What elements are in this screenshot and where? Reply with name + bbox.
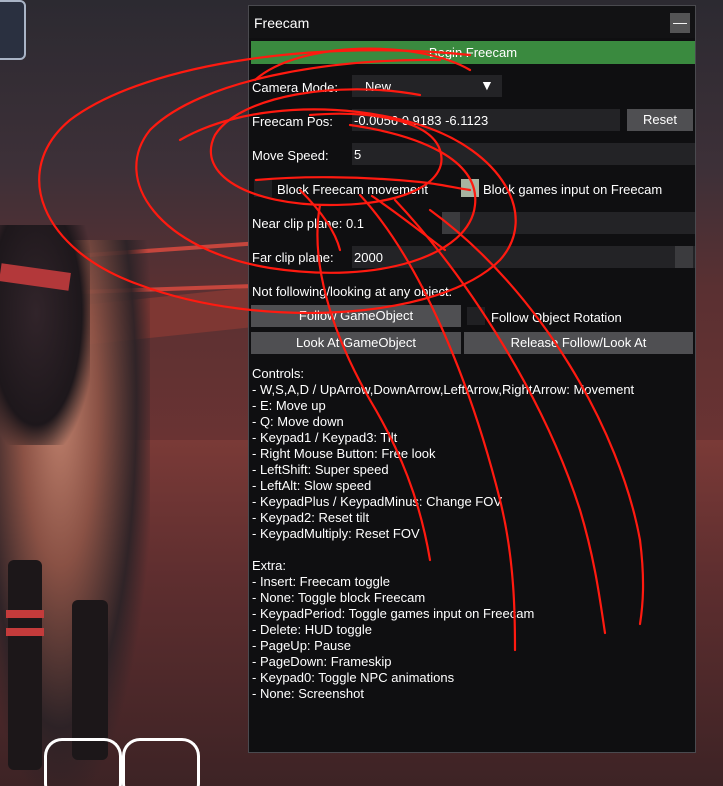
camera-mode-value: New (365, 79, 392, 94)
help-line: - Delete: HUD toggle (252, 622, 372, 637)
title-bar[interactable]: Freecam — (249, 6, 695, 38)
move-speed-label: Move Speed: (252, 148, 329, 163)
help-line: - Right Mouse Button: Free look (252, 446, 436, 461)
freecam-pos-label: Freecam Pos: (252, 114, 333, 129)
help-line: - Keypad0: Toggle NPC animations (252, 670, 455, 685)
freecam-window: Freecam — Begin Freecam Camera Mode: New… (248, 5, 696, 753)
hud-frame (44, 738, 122, 786)
follow-rotation-checkbox[interactable] (467, 307, 485, 325)
collapse-button[interactable]: — (670, 13, 690, 33)
camera-mode-label: Camera Mode: (252, 80, 338, 95)
block-freecam-movement-checkbox[interactable] (254, 179, 272, 197)
chevron-down-icon: ▼ (480, 77, 494, 93)
character-leg (72, 600, 108, 760)
character-hair (0, 225, 90, 445)
help-line: - PageDown: Frameskip (252, 654, 392, 669)
help-line: - E: Move up (252, 398, 326, 413)
freecam-pos-value: -0.0056 0.9183 -6.1123 (354, 113, 489, 128)
begin-freecam-button[interactable]: Begin Freecam (251, 41, 695, 64)
move-speed-input[interactable]: 5 (352, 143, 695, 165)
help-line: Controls: (252, 366, 305, 381)
help-line: - LeftAlt: Slow speed (252, 478, 372, 493)
freecam-pos-input[interactable]: -0.0056 0.9183 -6.1123 (352, 109, 620, 131)
near-clip-slider[interactable] (442, 212, 695, 234)
slider-thumb[interactable] (442, 212, 460, 234)
help-line: Extra: (252, 558, 286, 573)
help-line: - Keypad1 / Keypad3: Tilt (252, 430, 398, 445)
help-line: - Keypad2: Reset tilt (252, 510, 370, 525)
help-line: - KeypadMultiply: Reset FOV (252, 526, 420, 541)
follow-gameobject-button[interactable]: Follow GameObject (251, 305, 461, 327)
help-line: - KeypadPeriod: Toggle games input on Fr… (252, 606, 535, 621)
help-line: - KeypadPlus / KeypadMinus: Change FOV (252, 494, 503, 509)
hud-frame (122, 738, 200, 786)
help-line: - Insert: Freecam toggle (252, 574, 390, 589)
far-clip-value: 2000 (354, 250, 383, 265)
corner-button[interactable] (0, 0, 26, 60)
slider-thumb[interactable] (675, 246, 693, 268)
block-games-input-checkbox[interactable] (461, 179, 479, 197)
character-leg (8, 560, 42, 770)
follow-rotation-label: Follow Object Rotation (491, 310, 622, 325)
window-title: Freecam (254, 15, 310, 31)
block-games-input-label: Block games input on Freecam (483, 182, 663, 197)
help-line: - LeftShift: Super speed (252, 462, 389, 477)
look-at-gameobject-button[interactable]: Look At GameObject (251, 332, 461, 354)
far-clip-slider[interactable]: 2000 (352, 246, 695, 268)
reset-button[interactable]: Reset (627, 109, 693, 131)
help-line: - None: Toggle block Freecam (252, 590, 426, 605)
camera-mode-dropdown[interactable]: New ▼ (352, 75, 502, 97)
far-clip-label: Far clip plane: (252, 250, 334, 265)
follow-status-text: Not following/looking at any object. (252, 284, 453, 299)
help-line: - PageUp: Pause (252, 638, 352, 653)
release-follow-button[interactable]: Release Follow/Look At (464, 332, 693, 354)
near-clip-label: Near clip plane: 0.1 (252, 216, 365, 231)
character-leg-stripe (6, 610, 44, 618)
help-line: - None: Screenshot (252, 686, 365, 701)
help-line: - Q: Move down (252, 414, 344, 429)
block-freecam-movement-label: Block Freecam movement (277, 182, 428, 197)
move-speed-value: 5 (354, 147, 362, 162)
character-leg-stripe (6, 628, 44, 636)
help-line: - W,S,A,D / UpArrow,DownArrow,LeftArrow,… (252, 382, 635, 397)
